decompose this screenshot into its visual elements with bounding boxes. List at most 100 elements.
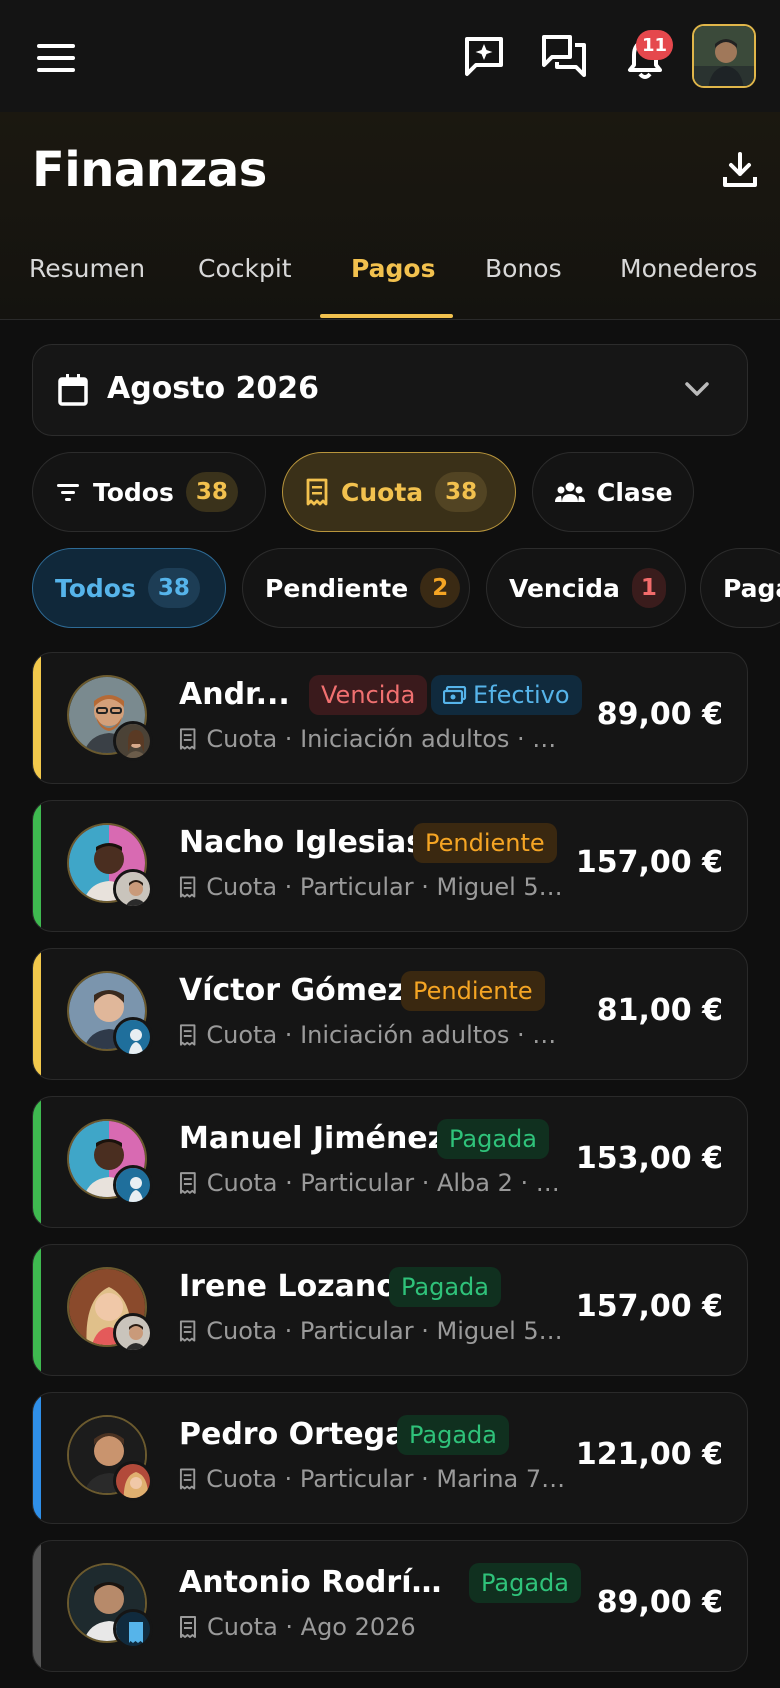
payer-name: Víctor Gómez	[179, 973, 405, 1008]
cash-icon	[443, 686, 467, 704]
payment-meta-text: Cuota · Iniciación adultos · Gr...	[206, 1021, 569, 1049]
payment-card[interactable]: Antonio Rodrígu... Pagada Cuota · Ago 20…	[32, 1540, 748, 1672]
payer-name: Andr...	[179, 677, 290, 712]
payment-amount: 157,00 €	[575, 845, 723, 880]
receipt-icon	[179, 1468, 196, 1490]
filter-status-pendiente[interactable]: Pendiente 2	[242, 548, 470, 628]
status-badge: Pendiente	[401, 971, 545, 1011]
coach-avatar	[113, 1313, 153, 1353]
chip-label: Todos	[93, 477, 174, 507]
status-badge: Pendiente	[413, 823, 557, 863]
payment-meta-text: Cuota · Particular · Miguel 5 · ...	[206, 873, 569, 901]
ai-chat-icon[interactable]	[458, 30, 510, 82]
payment-meta: Cuota · Particular · Marina 7 · ...	[179, 1465, 569, 1493]
tab-resumen[interactable]: Resumen	[29, 244, 145, 320]
month-selector[interactable]: Agosto 2026	[32, 344, 748, 436]
payment-method-badge: Efectivo	[431, 675, 582, 715]
receipt-icon	[179, 1320, 196, 1342]
receipt-icon	[180, 1616, 196, 1638]
receipt-icon	[179, 728, 196, 750]
payment-meta-text: Cuota · Ago 2026	[207, 1613, 416, 1641]
payment-meta: Cuota · Iniciación adultos · Gr...	[179, 1021, 569, 1049]
payer-name: Nacho Iglesias	[179, 825, 425, 860]
receipt-icon	[179, 1172, 196, 1194]
payment-card[interactable]: Andr... Vencida Efectivo Cuota · Iniciac…	[32, 652, 748, 784]
filter-type-clase[interactable]: Clase	[532, 452, 694, 532]
menu-icon[interactable]	[30, 32, 82, 84]
payment-meta: Cuota · Iniciación adultos · Gr...	[179, 725, 569, 753]
status-badge: Pagada	[437, 1119, 549, 1159]
payment-amount: 89,00 €	[596, 697, 723, 732]
payment-amount: 89,00 €	[596, 1585, 723, 1620]
tab-monederos[interactable]: Monederos	[620, 244, 757, 320]
payment-amount: 157,00 €	[575, 1289, 723, 1324]
payment-card[interactable]: Manuel Jiménez Pagada Cuota · Particular…	[32, 1096, 748, 1228]
active-tab-indicator	[320, 314, 453, 318]
chip-label: Cuota	[341, 477, 424, 507]
top-app-bar: 11	[0, 0, 780, 112]
status-stripe	[33, 1393, 41, 1523]
month-label: Agosto 2026	[107, 371, 320, 406]
payment-amount: 81,00 €	[596, 993, 723, 1028]
status-badge: Pagada	[469, 1563, 581, 1603]
chip-count: 38	[435, 472, 488, 512]
payer-name: Pedro Ortega	[179, 1417, 406, 1452]
status-stripe	[33, 1097, 41, 1227]
payment-amount: 153,00 €	[575, 1141, 723, 1176]
coach-avatar	[113, 869, 153, 909]
tab-cockpit[interactable]: Cockpit	[198, 244, 292, 320]
chip-count: 38	[185, 472, 238, 512]
tab-pagos[interactable]: Pagos	[351, 244, 435, 320]
chip-label: Paga	[723, 573, 780, 603]
chip-label: Vencida	[509, 573, 620, 603]
receipt-icon	[306, 478, 328, 506]
chip-label: Todos	[55, 573, 136, 603]
chip-count: 38	[147, 568, 200, 608]
tab-bonos[interactable]: Bonos	[485, 244, 562, 320]
payer-name: Irene Lozano	[179, 1269, 397, 1304]
payment-meta: Cuota · Ago 2026	[179, 1613, 569, 1641]
coach-avatar	[113, 1165, 153, 1205]
coach-avatar	[113, 721, 153, 761]
group-icon	[555, 482, 585, 502]
payment-meta-text: Cuota · Particular · Marina 7 · ...	[206, 1465, 569, 1493]
payment-method-label: Efectivo	[473, 681, 570, 709]
receipt-icon	[179, 1024, 196, 1046]
finance-header: Finanzas Resumen Cockpit Pagos Bonos Mon…	[0, 112, 780, 320]
payment-card[interactable]: Víctor Gómez Pendiente Cuota · Iniciació…	[32, 948, 748, 1080]
payment-meta-text: Cuota · Particular · Miguel 5 · ...	[206, 1317, 569, 1345]
filter-status-pagada[interactable]: Paga	[700, 548, 780, 628]
chip-count: 1	[631, 568, 666, 608]
payment-meta: Cuota · Particular · Miguel 5 · ...	[179, 873, 569, 901]
coach-avatar	[113, 1461, 153, 1501]
filter-status-todos[interactable]: Todos 38	[32, 548, 226, 628]
payment-amount: 121,00 €	[575, 1437, 723, 1472]
status-stripe	[33, 949, 41, 1079]
filter-type-todos[interactable]: Todos 38	[32, 452, 266, 532]
calendar-icon	[57, 373, 93, 409]
messages-icon[interactable]	[538, 30, 590, 82]
payment-card[interactable]: Irene Lozano Pagada Cuota · Particular ·…	[32, 1244, 748, 1376]
status-stripe	[33, 653, 41, 783]
chip-label: Pendiente	[265, 573, 409, 603]
payment-card[interactable]: Nacho Iglesias Pendiente Cuota · Particu…	[32, 800, 748, 932]
chip-label: Clase	[597, 477, 673, 507]
filter-type-cuota[interactable]: Cuota 38	[282, 452, 516, 532]
status-badge: Pagada	[397, 1415, 509, 1455]
payment-meta: Cuota · Particular · Alba 2 · A...	[179, 1169, 569, 1197]
chevron-down-icon	[681, 373, 717, 409]
status-stripe	[33, 801, 41, 931]
payment-card[interactable]: Pedro Ortega Pagada Cuota · Particular ·…	[32, 1392, 748, 1524]
user-avatar[interactable]	[692, 24, 756, 88]
payment-meta: Cuota · Particular · Miguel 5 · ...	[179, 1317, 569, 1345]
status-stripe	[33, 1541, 41, 1671]
coach-avatar	[113, 1017, 153, 1057]
page-title: Finanzas	[32, 142, 267, 198]
status-badge: Pagada	[389, 1267, 501, 1307]
payment-meta-text: Cuota · Iniciación adultos · Gr...	[206, 725, 569, 753]
filter-status-vencida[interactable]: Vencida 1	[486, 548, 686, 628]
download-icon[interactable]	[718, 148, 762, 192]
payer-name: Antonio Rodrígu...	[179, 1565, 449, 1600]
filter-icon	[57, 484, 79, 501]
receipt-badge-icon	[113, 1609, 153, 1649]
